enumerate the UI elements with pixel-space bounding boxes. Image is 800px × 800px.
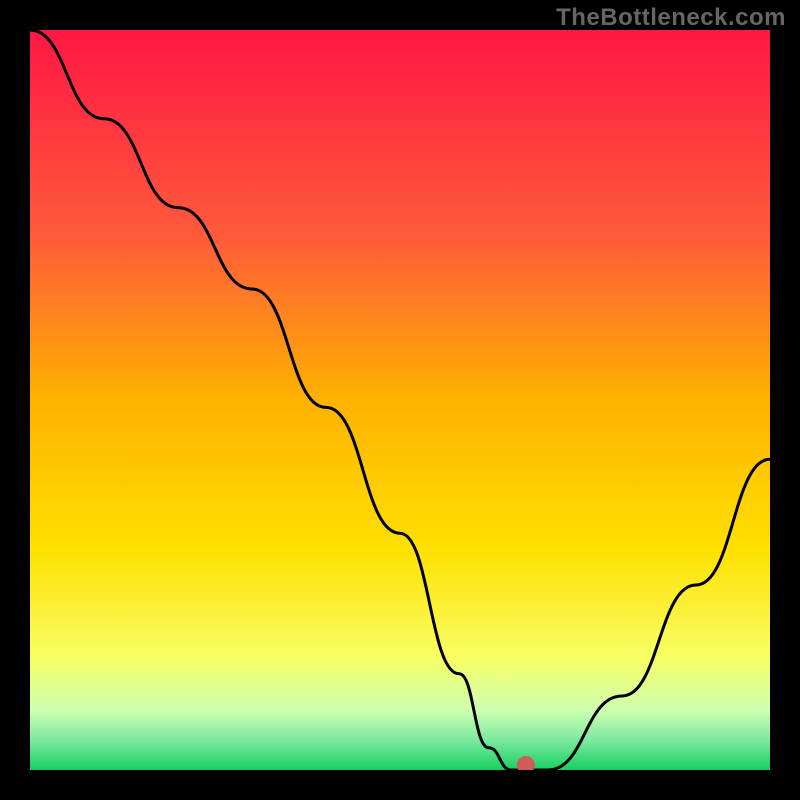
attribution-text: TheBottleneck.com (556, 4, 786, 32)
bottleneck-curve (30, 30, 770, 770)
plot-area (30, 30, 770, 770)
optimal-marker (517, 756, 535, 770)
chart-frame: TheBottleneck.com (0, 0, 800, 800)
